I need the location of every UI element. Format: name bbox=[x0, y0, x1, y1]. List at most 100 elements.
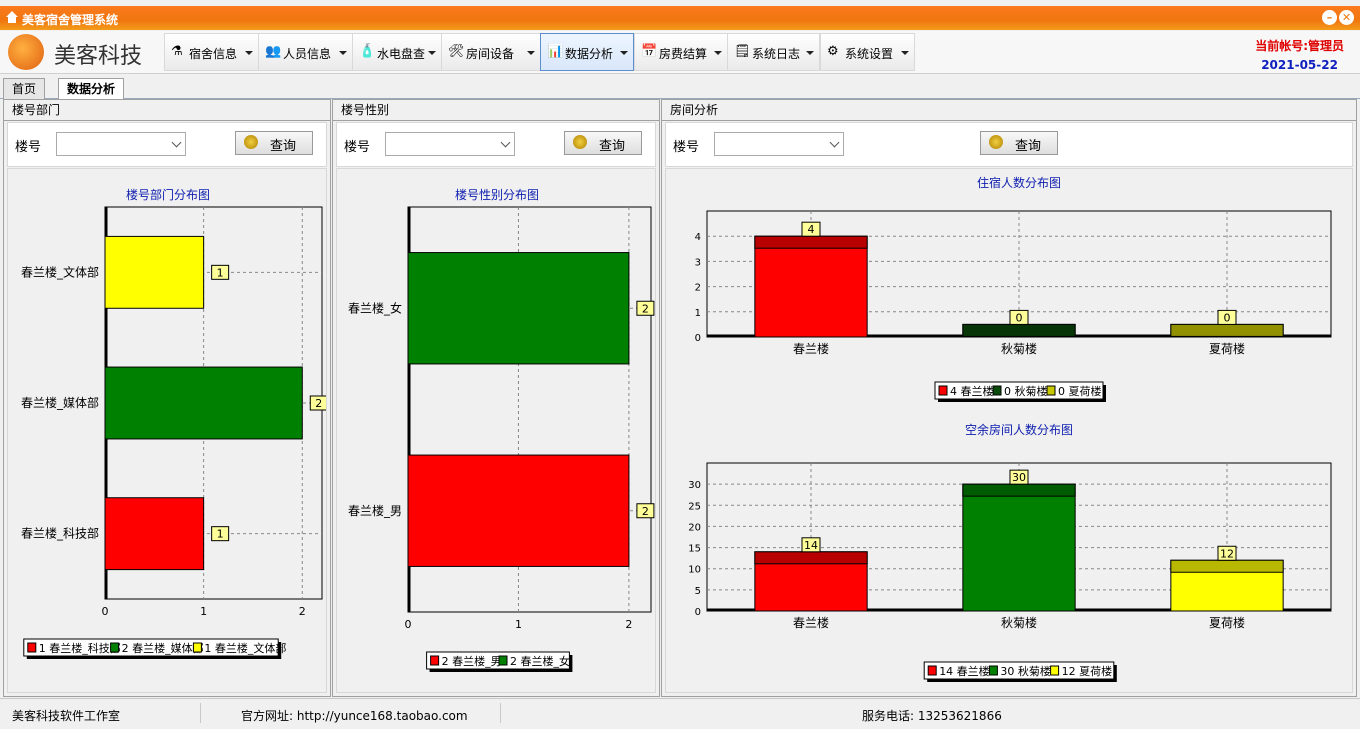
building-select[interactable] bbox=[714, 132, 844, 156]
tick-label: 10 bbox=[688, 565, 701, 576]
category-label: 春兰楼_科技部 bbox=[21, 526, 99, 541]
data-label: 1 bbox=[217, 266, 224, 279]
chevron-down-icon bbox=[171, 137, 182, 148]
chart-area: 楼号性别分布图 0 1 2 春兰楼_男 2 春兰楼_女 2 2 春兰楼_男 2 春兰楼_女 bbox=[336, 168, 656, 693]
close-button[interactable]: ✕ bbox=[1339, 10, 1354, 25]
bar-top bbox=[1170, 323, 1284, 337]
building-select[interactable] bbox=[56, 132, 186, 156]
flask-icon: ⚗ bbox=[171, 44, 183, 59]
legend-label: 2 春兰楼_媒体部 bbox=[122, 641, 204, 655]
status-website: 官方网址: http://yunce168.taobao.com bbox=[241, 709, 468, 723]
dept-chart: 楼号部门分布图 0 1 2 春兰楼_科技部 1 春兰楼_媒体部 2 春兰楼_文体部 1 1 春兰楼_… bbox=[21, 187, 328, 659]
bar bbox=[104, 235, 205, 309]
chevron-down-icon bbox=[428, 51, 436, 55]
category-label: 秋菊楼 bbox=[1001, 615, 1037, 630]
bar-top bbox=[754, 551, 868, 565]
chevron-down-icon bbox=[527, 51, 535, 55]
category-label: 夏荷楼 bbox=[1209, 341, 1245, 356]
tab-data-analysis[interactable]: 数据分析 bbox=[58, 78, 125, 99]
panel-title: 楼号性别 bbox=[333, 100, 659, 121]
category-label: 春兰楼 bbox=[793, 341, 829, 356]
category-label: 春兰楼_媒体部 bbox=[21, 395, 99, 410]
menu-system-log[interactable]: 🗒 系统日志 bbox=[727, 33, 820, 71]
data-label: 30 bbox=[1012, 471, 1026, 484]
tick-label: 4 bbox=[695, 232, 701, 243]
tick-label: 5 bbox=[695, 586, 701, 597]
chevron-down-icon bbox=[901, 51, 909, 55]
bar-top bbox=[962, 483, 1076, 497]
tick-label: 3 bbox=[695, 257, 701, 268]
tick-label: 2 bbox=[695, 283, 701, 294]
legend-swatch bbox=[938, 385, 948, 396]
legend-swatch bbox=[992, 385, 1002, 396]
query-button[interactable]: 查询 bbox=[235, 131, 313, 155]
logo-icon bbox=[8, 34, 44, 70]
menu-person-info[interactable]: 👥 人员信息 bbox=[258, 33, 353, 71]
menu-dorm-info[interactable]: ⚗ 宿舍信息 bbox=[164, 33, 259, 71]
data-label: 2 bbox=[642, 505, 649, 518]
panel-title: 楼号部门 bbox=[4, 100, 330, 121]
legend-label: 2 春兰楼_女 bbox=[510, 654, 570, 668]
legend-label: 12 夏荷楼 bbox=[1062, 664, 1113, 678]
tick-label: 30 bbox=[688, 480, 701, 491]
menu-system-settings[interactable]: ⚙ 系统设置 bbox=[820, 33, 915, 71]
chevron-down-icon bbox=[620, 51, 628, 55]
chart-title: 住宿人数分布图 bbox=[977, 175, 1061, 190]
bar-top bbox=[754, 235, 868, 249]
search-icon bbox=[989, 135, 1003, 149]
tick-label: 1 bbox=[200, 605, 207, 618]
search-icon bbox=[244, 135, 258, 149]
account-date: 2021-05-22 bbox=[1261, 58, 1338, 72]
tab-home[interactable]: 首页 bbox=[3, 78, 46, 99]
bar bbox=[104, 366, 303, 440]
tick-label: 25 bbox=[688, 501, 701, 512]
category-label: 春兰楼 bbox=[793, 615, 829, 630]
legend-swatch bbox=[192, 642, 202, 653]
account-info: 当前帐号:管理员 2021-05-22 bbox=[1255, 37, 1344, 72]
menu-room-fee[interactable]: 📅 房费结算 bbox=[634, 33, 728, 71]
bar bbox=[754, 235, 868, 338]
tick-label: 20 bbox=[688, 522, 701, 533]
query-button[interactable]: 查询 bbox=[980, 131, 1058, 155]
tick-label: 1 bbox=[515, 618, 522, 631]
data-label: 0 bbox=[1016, 311, 1023, 324]
data-label: 2 bbox=[315, 397, 322, 410]
menu-utility-check[interactable]: 🧴 水电盘查 bbox=[352, 33, 442, 71]
menu-data-analysis[interactable]: 📊 数据分析 bbox=[540, 33, 634, 71]
legend-swatch bbox=[1050, 665, 1060, 676]
chart-icon: 📊 bbox=[547, 44, 564, 59]
query-bar: 楼号 查询 bbox=[336, 122, 656, 167]
logo: 美客科技 bbox=[6, 33, 162, 71]
data-label: 14 bbox=[804, 539, 818, 552]
users-icon: 👥 bbox=[265, 44, 282, 59]
query-bar: 楼号 查询 bbox=[7, 122, 327, 167]
tick-label: 0 bbox=[405, 618, 412, 631]
room-charts: 住宿人数分布图012344春兰楼0秋菊楼0夏荷楼4 春兰楼 0 秋菊楼 0 夏荷楼空… bbox=[688, 175, 1332, 682]
bar bbox=[962, 483, 1076, 612]
legend-swatch bbox=[498, 655, 508, 666]
chevron-down-icon bbox=[806, 51, 814, 55]
building-label: 楼号 bbox=[344, 140, 371, 155]
menu-room-device[interactable]: 🛠 房间设备 bbox=[441, 33, 541, 71]
menu-bar: 美客科技 ⚗ 宿舍信息 👥 人员信息 🧴 水电盘查 🛠 房间设备 📊 数据分析 📅 房费结算… bbox=[0, 31, 1360, 74]
legend-label: 14 春兰楼 bbox=[939, 664, 990, 678]
query-bar: 楼号 查询 bbox=[665, 122, 1353, 167]
data-label: 2 bbox=[642, 302, 649, 315]
data-label: 1 bbox=[217, 528, 224, 541]
legend-label: 2 春兰楼_男 bbox=[442, 654, 502, 668]
panel-title: 房间分析 bbox=[662, 100, 1356, 121]
account-user: 当前帐号:管理员 bbox=[1255, 39, 1344, 53]
building-select[interactable] bbox=[385, 132, 515, 156]
data-label: 0 bbox=[1224, 311, 1231, 324]
bar bbox=[104, 497, 205, 571]
calendar-icon: 📅 bbox=[641, 44, 658, 59]
query-button[interactable]: 查询 bbox=[564, 131, 642, 155]
minimize-button[interactable]: – bbox=[1322, 10, 1337, 25]
panel-room-analysis: 房间分析 楼号 查询 住宿人数分布图 0 1 2 3 4 4 春兰楼 0 秋菊楼 0 夏荷楼 4 春兰楼… bbox=[661, 99, 1357, 697]
tab-strip: 首页 数据分析 bbox=[0, 74, 1360, 99]
panel-building-dept: 楼号部门 楼号 查询 楼号部门分布图 0 1 2 春兰楼_科技部 1 春兰楼_媒体部 2 春兰楼… bbox=[3, 99, 331, 697]
bar bbox=[407, 252, 630, 365]
window-title: 美客宿舍管理系统 bbox=[22, 13, 119, 27]
status-divider bbox=[500, 703, 501, 723]
gear-icon: ⚙ bbox=[827, 44, 839, 59]
